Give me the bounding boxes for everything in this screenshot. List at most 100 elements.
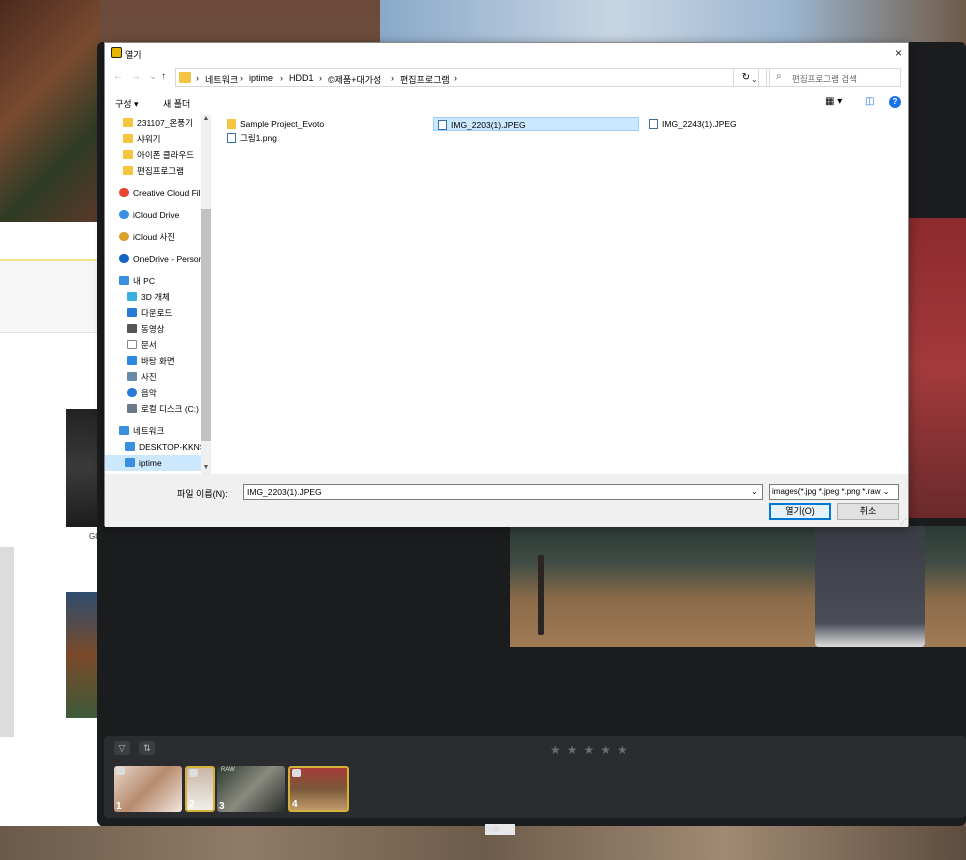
nav-item-local-disk[interactable]: 로컬 디스크 (C:) [127, 401, 199, 417]
edit-tag-icon [116, 767, 125, 775]
breadcrumb-separator[interactable]: › [454, 73, 457, 83]
video-icon [127, 324, 137, 333]
navigation-pane: 231107_온풍기 샤워기 아이폰 클라우드 편집프로그램 Creative … [105, 115, 211, 474]
filename-input[interactable]: IMG_2203(1).JPEG [243, 484, 763, 500]
nav-item-folder[interactable]: 231107_온풍기 [123, 115, 193, 131]
nav-item-documents[interactable]: 문서 [127, 337, 157, 353]
breadcrumb-network[interactable]: 네트워크 [205, 73, 238, 86]
music-icon [127, 388, 137, 397]
nav-item-videos[interactable]: 동영상 [127, 321, 164, 337]
organize-button[interactable]: 구성 ▾ [115, 97, 139, 110]
computer-icon [125, 458, 135, 467]
download-icon [127, 308, 137, 317]
breadcrumb-edit-program[interactable]: 편집프로그램 [400, 73, 450, 86]
onedrive-icon [119, 254, 129, 263]
app-icon [111, 47, 122, 58]
preview-photo-wall [909, 218, 966, 518]
filmstrip-thumbnail[interactable]: RAW 3 [217, 766, 285, 812]
breadcrumb-separator[interactable]: › [391, 73, 394, 83]
breadcrumb-product-folder[interactable]: ©제품+대가성 [328, 73, 381, 86]
nav-item-label: 바탕 화면 [141, 356, 175, 366]
image-file-icon [649, 119, 658, 129]
view-options-icon[interactable]: ▦ ▾ [825, 96, 842, 107]
web-thumbnail[interactable] [66, 592, 100, 718]
breadcrumb-hdd1[interactable]: HDD1 [289, 73, 314, 83]
folder-icon [179, 72, 191, 83]
nav-item-creative-cloud[interactable]: Creative Cloud Fil [119, 185, 201, 201]
file-item-selected[interactable]: IMG_2203(1).JPEG [433, 117, 639, 131]
nav-item-label: iptime [139, 458, 162, 468]
pictures-icon [127, 372, 137, 381]
document-icon [127, 340, 137, 349]
sort-icon[interactable]: ⇅ [139, 741, 155, 755]
nav-item-folder[interactable]: 아이폰 클라우드 [123, 147, 194, 163]
scroll-up-arrow-icon[interactable]: ▲ [201, 115, 211, 122]
nav-item-label: 내 PC [133, 276, 155, 286]
3d-objects-icon [127, 292, 137, 301]
file-open-dialog: 열기 × ← → ⌄ ↑ › 네트워크 › iptime › HDD1 › ©제… [104, 42, 909, 527]
address-bar[interactable]: › 네트워크 › iptime › HDD1 › ©제품+대가성 › 편집프로그… [175, 68, 770, 87]
desktop-icon [127, 356, 137, 365]
nav-item-folder[interactable]: 편집프로그램 [123, 163, 184, 179]
nav-item-label: 로컬 디스크 (C:) [141, 404, 199, 414]
background-photo-sky [380, 0, 966, 42]
network-icon [119, 426, 129, 435]
breadcrumb-separator[interactable]: › [280, 73, 283, 83]
file-item-folder[interactable]: Sample Project_Evoto [223, 117, 423, 131]
thumbnail-number: 2 [189, 799, 195, 810]
breadcrumb-iptime[interactable]: iptime [249, 73, 273, 83]
new-folder-button[interactable]: 새 폴더 [163, 97, 190, 110]
close-icon[interactable]: × [895, 46, 902, 60]
recent-locations-icon[interactable]: ⌄ [149, 71, 157, 82]
nav-item-3d-objects[interactable]: 3D 개체 [127, 289, 170, 305]
resize-grip-icon[interactable]: ⋰ [900, 518, 907, 526]
breadcrumb-separator[interactable]: › [319, 73, 322, 83]
breadcrumb-separator[interactable]: › [196, 73, 199, 83]
nav-item-this-pc[interactable]: 내 PC [119, 273, 155, 289]
nav-item-downloads[interactable]: 다운로드 [127, 305, 172, 321]
web-thumbnail[interactable] [66, 409, 100, 527]
edit-tag-icon [292, 769, 301, 777]
filter-icon[interactable]: ▽ [114, 741, 130, 755]
filmstrip-thumbnail[interactable]: 1 [114, 766, 182, 812]
nav-item-desktop-pc[interactable]: DESKTOP-KKNS [125, 439, 205, 455]
scroll-down-arrow-icon[interactable]: ▼ [201, 464, 211, 471]
filmstrip-thumbnail[interactable]: 2 [185, 766, 215, 812]
breadcrumb-separator[interactable]: › [240, 73, 243, 83]
file-item[interactable]: 그림1.png [223, 131, 423, 145]
refresh-icon[interactable]: ↻ [733, 68, 759, 87]
search-input[interactable]: ⌕ 편집프로그램 검색 [766, 68, 901, 87]
dialog-title: 열기 [125, 50, 142, 60]
nav-item-folder[interactable]: 샤워기 [123, 131, 160, 147]
up-arrow-icon[interactable]: ↑ [161, 71, 166, 82]
nav-item-network[interactable]: 네트워크 [119, 423, 164, 439]
cancel-button[interactable]: 취소 [837, 503, 899, 520]
nav-item-pictures[interactable]: 사진 [127, 369, 157, 385]
filmstrip-thumbnail-selected[interactable]: 4 [288, 766, 349, 812]
nav-item-icloud-photos[interactable]: iCloud 사진 [119, 229, 175, 245]
preview-pane-icon[interactable]: ◫ [865, 96, 874, 107]
dialog-titlebar: 열기 × [105, 43, 908, 63]
nav-item-desktop[interactable]: 바탕 화면 [127, 353, 175, 369]
forward-arrow-icon[interactable]: → [131, 71, 141, 82]
rating-stars[interactable]: ★★★★★ [550, 743, 634, 757]
view-mode-icon[interactable]: ▤▣ [485, 824, 515, 835]
back-arrow-icon[interactable]: ← [113, 71, 123, 82]
help-icon[interactable]: ? [889, 96, 901, 108]
nav-item-icloud-drive[interactable]: iCloud Drive [119, 207, 179, 223]
folder-icon [123, 118, 133, 127]
folder-icon [123, 150, 133, 159]
nav-item-onedrive[interactable]: OneDrive - Person [119, 251, 203, 267]
chevron-down-icon[interactable]: ⌄ [751, 487, 758, 496]
file-item[interactable]: IMG_2243(1).JPEG [645, 117, 845, 131]
nav-item-label: 네트워크 [133, 426, 165, 436]
filetype-select[interactable]: images(*.jpg *.jpeg *.png *.raw ⌄ [769, 484, 899, 500]
file-name: Sample Project_Evoto [240, 119, 325, 129]
folder-icon [123, 166, 133, 175]
nav-item-label: iCloud 사진 [133, 232, 176, 242]
background-photo-street [0, 826, 966, 860]
nav-item-music[interactable]: 음악 [127, 385, 157, 401]
nav-pane-scroll-thumb[interactable] [201, 209, 211, 441]
nav-item-iptime[interactable]: iptime [105, 455, 201, 471]
open-button[interactable]: 열기(O) [769, 503, 831, 520]
